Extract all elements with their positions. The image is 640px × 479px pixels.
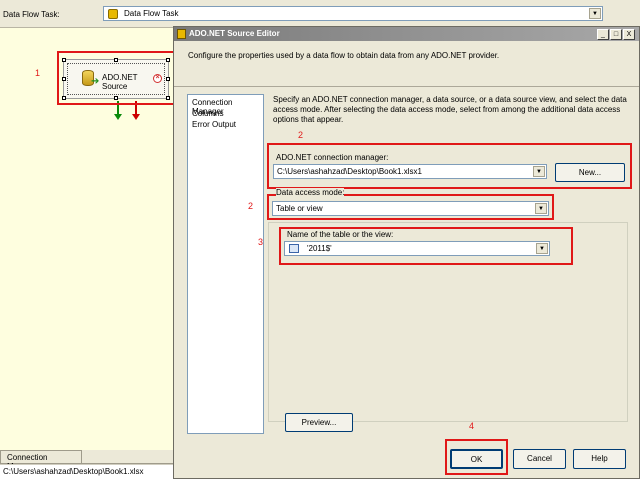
table-name-value: '2011$' — [307, 244, 332, 253]
connection-manager-item[interactable]: C:\Users\ashahzad\Desktop\Book1.xlsx — [3, 467, 144, 476]
help-button[interactable]: Help — [573, 449, 626, 469]
data-flow-task-label: Data Flow Task: — [3, 10, 60, 19]
success-path-arrow-head — [114, 114, 122, 120]
nav-item-error-output[interactable]: Error Output — [192, 120, 236, 129]
data-flow-task-select[interactable]: Data Flow Task ▼ — [103, 6, 603, 21]
chevron-down-icon[interactable]: ▼ — [535, 203, 547, 214]
table-name-select[interactable]: '2011$' ▼ — [284, 241, 550, 256]
page-navigation-list[interactable]: Connection Manager Columns Error Output — [187, 94, 264, 434]
error-path-arrow-head — [132, 114, 140, 120]
connection-manager-value: C:\Users\ashahzad\Desktop\Book1.xlsx1 — [277, 167, 422, 176]
access-mode-label: Data access mode: — [276, 188, 345, 197]
annotation-number: 1 — [35, 68, 41, 78]
maximize-button[interactable]: □ — [610, 29, 622, 40]
chevron-down-icon[interactable]: ▼ — [533, 166, 545, 177]
table-icon — [289, 244, 299, 253]
nav-item-columns[interactable]: Columns — [192, 109, 224, 118]
table-name-label: Name of the table or the view: — [287, 230, 394, 239]
cancel-button[interactable]: Cancel — [513, 449, 566, 469]
annotation-number: 2 — [298, 130, 304, 140]
access-mode-value: Table or view — [276, 204, 323, 213]
tab-connection-managers[interactable]: Connection Managers — [0, 450, 82, 471]
annotation-number: 3 — [258, 237, 264, 247]
dialog-description: Configure the properties used by a data … — [188, 51, 500, 60]
chevron-down-icon[interactable]: ▼ — [589, 8, 601, 19]
annotation-number: 4 — [469, 421, 475, 431]
data-flow-task-value: Data Flow Task — [124, 9, 179, 18]
new-connection-button[interactable]: New... — [555, 163, 625, 182]
connection-manager-select[interactable]: C:\Users\ashahzad\Desktop\Book1.xlsx1 ▼ — [273, 164, 547, 179]
chevron-down-icon[interactable]: ▼ — [536, 243, 548, 254]
ssis-icon — [177, 29, 186, 39]
minimize-button[interactable]: _ — [597, 29, 609, 40]
connection-manager-label: ADO.NET connection manager: — [276, 153, 389, 162]
preview-button[interactable]: Preview... — [285, 413, 353, 432]
dialog-title: ADO.NET Source Editor — [189, 29, 280, 38]
connection-manager-description: Specify an ADO.NET connection manager, a… — [273, 95, 627, 124]
access-mode-select[interactable]: Table or view ▼ — [272, 201, 549, 216]
close-button[interactable]: X — [623, 29, 635, 40]
data-flow-task-icon — [108, 9, 118, 19]
divider — [174, 86, 639, 87]
annotation-number: 2 — [248, 201, 254, 211]
annotation-box-1 — [57, 51, 176, 105]
ok-button[interactable]: OK — [450, 449, 503, 469]
